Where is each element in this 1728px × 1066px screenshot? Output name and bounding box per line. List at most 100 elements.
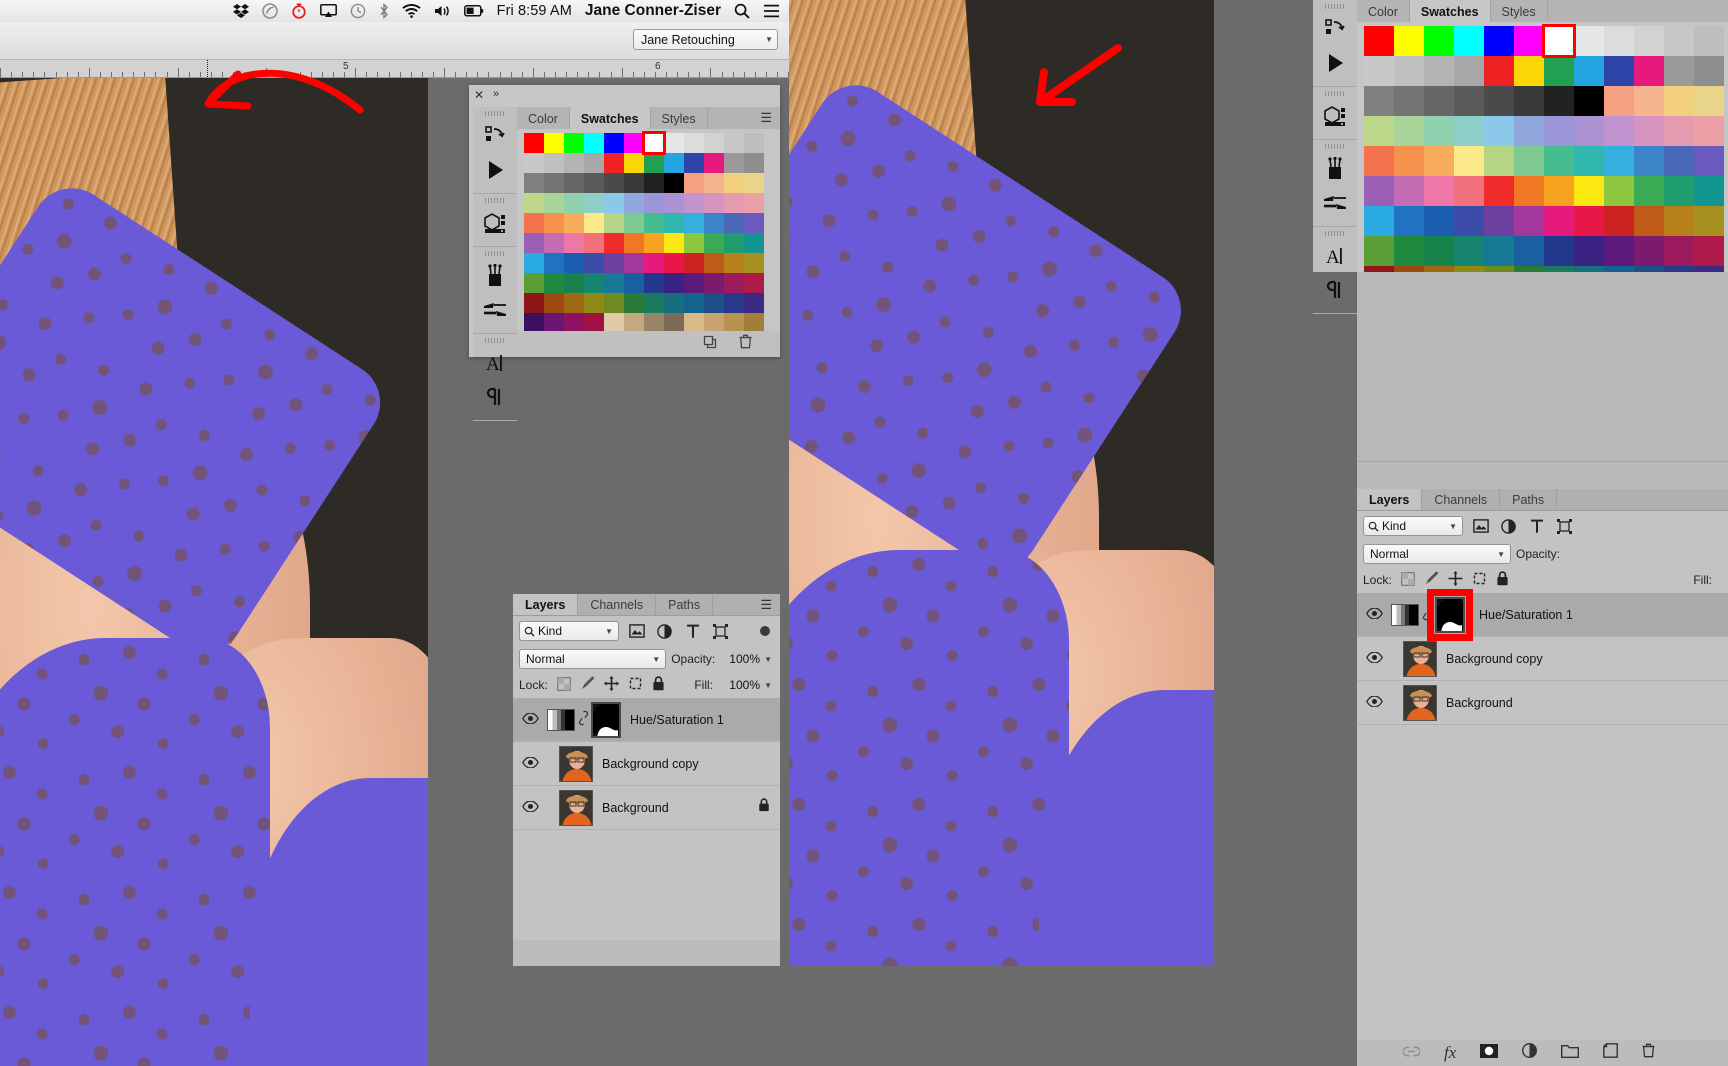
hue-saturation-thumbnail[interactable]: [1391, 603, 1419, 626]
tab-styles[interactable]: Styles: [650, 107, 708, 129]
swatches-panel-right[interactable]: Color Swatches Styles: [1357, 0, 1728, 356]
swatch-cell[interactable]: [1544, 116, 1574, 146]
swatch-cell[interactable]: [524, 233, 544, 253]
swatch-cell[interactable]: [1364, 206, 1394, 236]
delete-layer-icon[interactable]: [1642, 1043, 1655, 1063]
lock-position-icon[interactable]: [1448, 571, 1463, 589]
swatch-cell[interactable]: [564, 253, 584, 273]
swatch-cell[interactable]: [1634, 56, 1664, 86]
panel-menu-icon[interactable]: ☰: [752, 594, 780, 615]
swatch-cell[interactable]: [1694, 56, 1724, 86]
swatch-cell[interactable]: [724, 193, 744, 213]
swatch-cell[interactable]: [524, 313, 544, 333]
swatch-cell[interactable]: [584, 133, 604, 153]
swatch-cell[interactable]: [1424, 146, 1454, 176]
swatch-cell[interactable]: [544, 213, 564, 233]
swatch-cell[interactable]: [1604, 146, 1634, 176]
character-icon[interactable]: A: [473, 346, 517, 380]
swatch-cell[interactable]: [1424, 236, 1454, 266]
canvas-image-right[interactable]: [789, 0, 1214, 966]
opacity-value[interactable]: 100% ▼: [720, 650, 774, 668]
lock-transparent-pixels-icon[interactable]: [1400, 571, 1415, 589]
swatch-cell[interactable]: [704, 193, 724, 213]
swatch-cell[interactable]: [1604, 56, 1634, 86]
swatch-cell[interactable]: [724, 133, 744, 153]
swatch-cell[interactable]: [1454, 26, 1484, 56]
swatch-cell[interactable]: [704, 213, 724, 233]
swatch-cell[interactable]: [524, 213, 544, 233]
swatch-cell[interactable]: [1514, 146, 1544, 176]
panel-drag-grip[interactable]: [1325, 144, 1345, 149]
tab-styles[interactable]: Styles: [1490, 0, 1548, 22]
pixel-layer-filter-icon[interactable]: [626, 621, 647, 641]
blend-mode-select[interactable]: Normal ▼: [1363, 544, 1511, 564]
new-adjustment-layer-icon[interactable]: [1522, 1042, 1538, 1063]
battery-icon[interactable]: [463, 5, 484, 17]
panel-drag-grip[interactable]: [485, 338, 505, 343]
swatch-cell[interactable]: [724, 253, 744, 273]
swatch-cell[interactable]: [1424, 86, 1454, 116]
swatch-cell[interactable]: [624, 313, 644, 333]
swatch-cell[interactable]: [564, 213, 584, 233]
panel-menu-icon[interactable]: ☰: [752, 107, 780, 129]
swatch-cell[interactable]: [1514, 116, 1544, 146]
hue-saturation-thumbnail[interactable]: [547, 708, 575, 731]
swatch-cell[interactable]: [1484, 176, 1514, 206]
workspace-preset-select[interactable]: Jane Retouching ▼: [633, 29, 778, 50]
swatch-cell[interactable]: [1604, 116, 1634, 146]
layer-thumbnail[interactable]: [559, 745, 593, 782]
swatch-cell[interactable]: [584, 253, 604, 273]
swatch-cell[interactable]: [1664, 206, 1694, 236]
swatch-cell[interactable]: [544, 273, 564, 293]
brush-settings-icon[interactable]: [473, 293, 517, 327]
swatch-cell[interactable]: [1424, 26, 1454, 56]
swatch-cell[interactable]: [524, 173, 544, 193]
layer-name[interactable]: Background copy: [602, 757, 699, 771]
swatch-cell[interactable]: [1574, 116, 1604, 146]
volume-icon[interactable]: [434, 4, 451, 18]
lock-artboard-icon[interactable]: [1472, 571, 1487, 589]
tab-swatches[interactable]: Swatches: [569, 107, 651, 129]
swatch-cell[interactable]: [744, 133, 764, 153]
swatch-cell[interactable]: [724, 173, 744, 193]
adjustment-layer-filter-icon[interactable]: [1498, 516, 1519, 536]
swatch-cell[interactable]: [624, 213, 644, 233]
swatch-cell[interactable]: [524, 273, 544, 293]
collapsed-panel-dock[interactable]: A: [473, 107, 517, 421]
panel-drag-grip[interactable]: [1325, 4, 1345, 9]
swatch-cell[interactable]: [704, 253, 724, 273]
swatch-cell[interactable]: [1454, 176, 1484, 206]
swatch-cell[interactable]: [584, 313, 604, 333]
swatch-cell[interactable]: [564, 133, 584, 153]
swatch-cell[interactable]: [1514, 206, 1544, 236]
swatch-cell[interactable]: [1634, 26, 1664, 56]
layer-visibility-icon[interactable]: [513, 711, 547, 729]
swatch-cell[interactable]: [1544, 236, 1574, 266]
swatch-cell[interactable]: [1424, 176, 1454, 206]
layer-filter-kind-select[interactable]: Kind ▼: [1363, 516, 1463, 536]
swatch-white-selected[interactable]: [1542, 24, 1576, 58]
swatch-cell[interactable]: [1574, 146, 1604, 176]
swatch-cell[interactable]: [1604, 176, 1634, 206]
swatch-cell[interactable]: [724, 273, 744, 293]
swatch-cell[interactable]: [1424, 116, 1454, 146]
wifi-icon[interactable]: [402, 4, 421, 18]
swatch-cell[interactable]: [664, 273, 684, 293]
panel-drag-grip[interactable]: [485, 198, 505, 203]
history-icon[interactable]: [1313, 12, 1357, 46]
layer-row-background-copy[interactable]: Background copy: [513, 742, 780, 786]
swatch-cell[interactable]: [1694, 146, 1724, 176]
shape-layer-filter-icon[interactable]: [1554, 516, 1575, 536]
swatch-cell[interactable]: [624, 253, 644, 273]
swatch-cell[interactable]: [564, 293, 584, 313]
layer-mask-thumbnail-highlighted[interactable]: [1427, 588, 1473, 641]
swatch-cell[interactable]: [684, 233, 704, 253]
type-layer-filter-icon[interactable]: [682, 621, 703, 641]
3d-icon[interactable]: [473, 206, 517, 240]
swatch-cell[interactable]: [744, 153, 764, 173]
lock-artboard-icon[interactable]: [628, 676, 643, 694]
swatch-cell[interactable]: [744, 233, 764, 253]
swatch-cell[interactable]: [1484, 236, 1514, 266]
tab-color[interactable]: Color: [1357, 0, 1410, 22]
layer-name[interactable]: Hue/Saturation 1: [1479, 608, 1573, 622]
